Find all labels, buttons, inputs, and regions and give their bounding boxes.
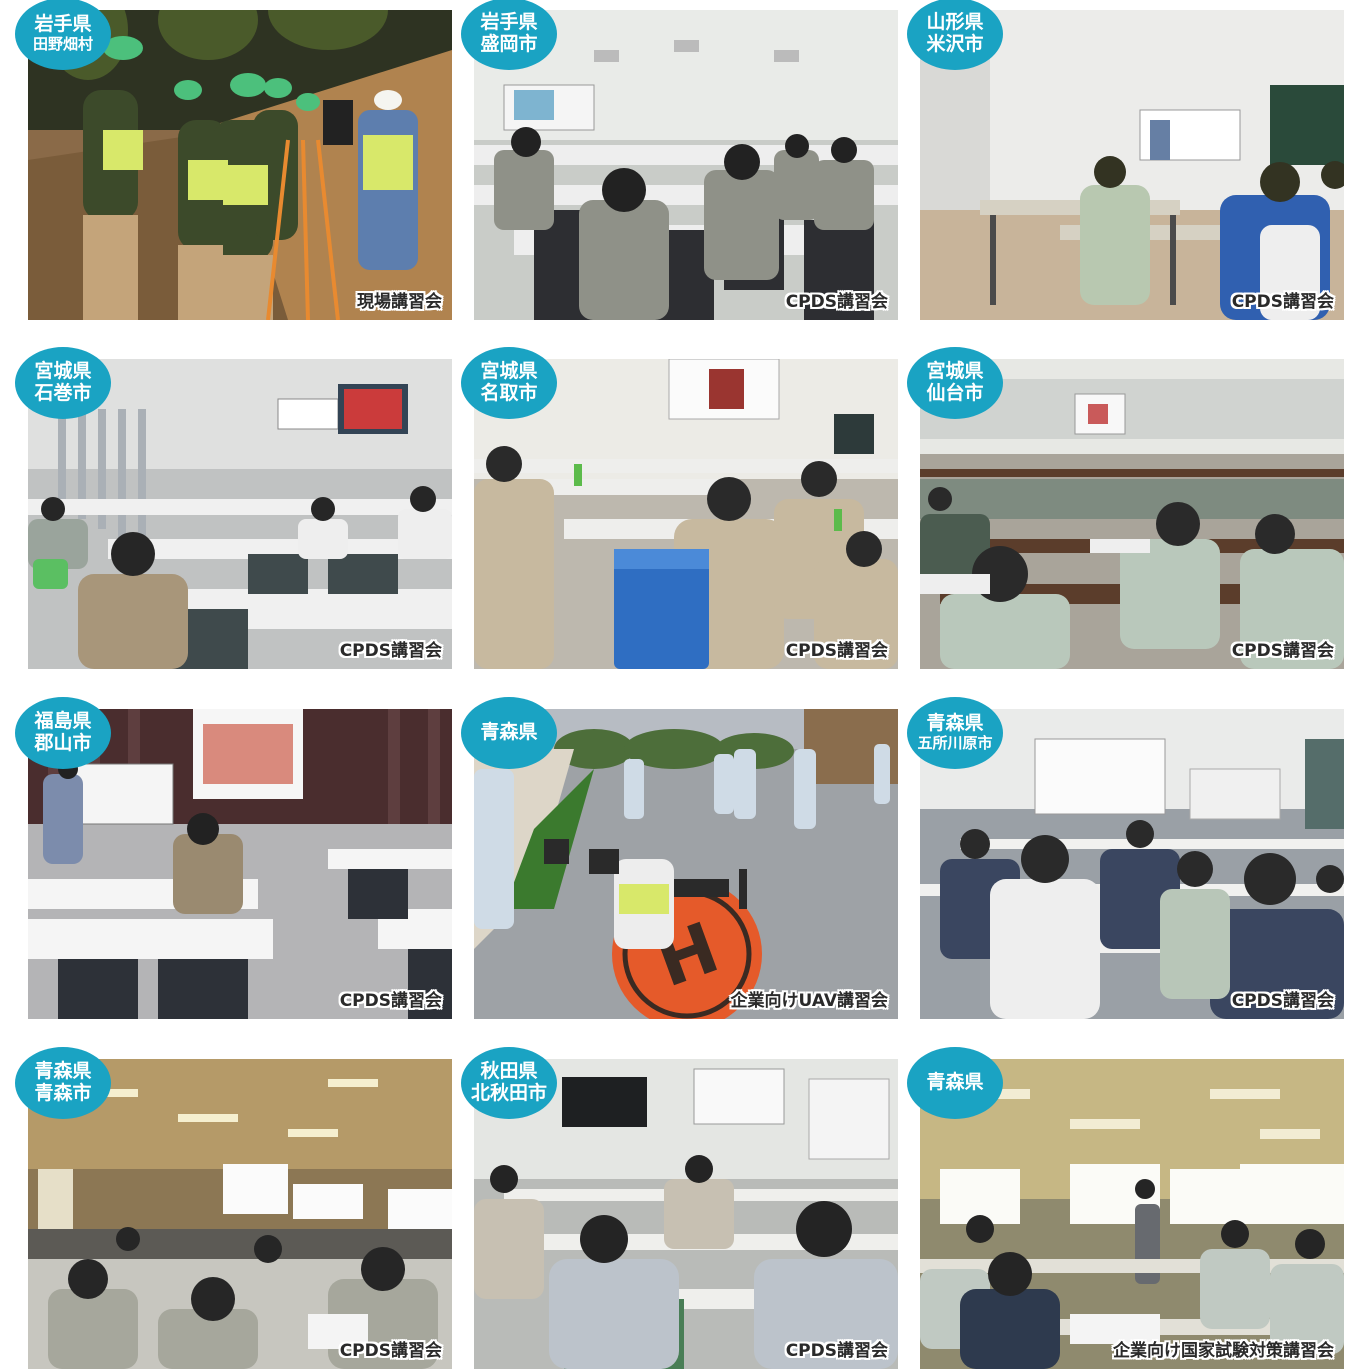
location-badge: 青森県 bbox=[461, 697, 557, 769]
photo-card: 福島県 郡山市 CPDS講習会 bbox=[15, 697, 452, 1019]
location-badge: 青森県 bbox=[907, 1047, 1003, 1119]
city-label: 北秋田市 bbox=[470, 1082, 547, 1104]
prefecture-label: 青森県 bbox=[34, 1060, 92, 1083]
location-badge: 青森県 五所川原市 bbox=[907, 697, 1003, 769]
photo-card: 宮城県 名取市 CPDS講習会 bbox=[461, 347, 898, 669]
photo-card: H 青森県 企業向けUAV講習会 bbox=[461, 697, 898, 1019]
prefecture-label: 福島県 bbox=[34, 710, 92, 733]
photo-caption: CPDS講習会 bbox=[1231, 991, 1334, 1011]
photo-card: 岩手県 盛岡市 CPDS講習会 bbox=[461, 0, 898, 320]
photo-caption: CPDS講習会 bbox=[339, 991, 442, 1011]
photo-caption: CPDS講習会 bbox=[785, 1341, 888, 1361]
photo-caption: CPDS講習会 bbox=[785, 641, 888, 661]
location-badge: 福島県 郡山市 bbox=[15, 697, 111, 769]
photo-caption: CPDS講習会 bbox=[339, 1341, 442, 1361]
photo-card: 秋田県 北秋田市 CPDS講習会 bbox=[461, 1047, 898, 1369]
photo-caption: 現場講習会 bbox=[357, 292, 442, 312]
city-label: 石巻市 bbox=[34, 382, 92, 404]
location-badge: 青森県 青森市 bbox=[15, 1047, 111, 1119]
location-badge: 宮城県 名取市 bbox=[461, 347, 557, 419]
photo-caption: CPDS講習会 bbox=[785, 292, 888, 312]
photo-card: 山形県 米沢市 CPDS講習会 bbox=[907, 0, 1344, 320]
location-badge: 秋田県 北秋田市 bbox=[461, 1047, 557, 1119]
photo-caption: CPDS講習会 bbox=[1231, 292, 1334, 312]
photo-card: 宮城県 仙台市 CPDS講習会 bbox=[907, 347, 1344, 669]
city-label: 青森市 bbox=[34, 1082, 92, 1104]
prefecture-label: 秋田県 bbox=[480, 1060, 538, 1083]
location-badge: 岩手県 盛岡市 bbox=[461, 0, 557, 70]
photo-caption: 企業向け国家試験対策講習会 bbox=[1113, 1341, 1334, 1361]
photo-caption: 企業向けUAV講習会 bbox=[730, 991, 888, 1011]
city-label: 仙台市 bbox=[926, 382, 984, 404]
photo-card: 岩手県 田野畑村 現場講習会 bbox=[15, 0, 452, 320]
photo-grid: 岩手県 田野畑村 現場講習会 岩手県 盛岡市 CPDS講習会 山形県 米沢市 C… bbox=[0, 0, 1347, 1370]
prefecture-label: 岩手県 bbox=[480, 11, 538, 34]
city-label: 米沢市 bbox=[926, 33, 984, 55]
location-badge: 宮城県 仙台市 bbox=[907, 347, 1003, 419]
location-badge: 岩手県 田野畑村 bbox=[15, 0, 111, 70]
prefecture-label: 青森県 bbox=[926, 1071, 984, 1094]
photo-card: 宮城県 石巻市 CPDS講習会 bbox=[15, 347, 452, 669]
prefecture-label: 青森県 bbox=[480, 721, 538, 744]
location-badge: 宮城県 石巻市 bbox=[15, 347, 111, 419]
photo-card: 青森県 青森市 CPDS講習会 bbox=[15, 1047, 452, 1369]
prefecture-label: 青森県 bbox=[926, 712, 984, 735]
city-label: 盛岡市 bbox=[480, 33, 538, 55]
prefecture-label: 宮城県 bbox=[34, 360, 92, 383]
location-badge: 山形県 米沢市 bbox=[907, 0, 1003, 70]
city-label: 五所川原市 bbox=[917, 734, 993, 753]
prefecture-label: 宮城県 bbox=[926, 360, 984, 383]
photo-caption: CPDS講習会 bbox=[1231, 641, 1334, 661]
prefecture-label: 山形県 bbox=[926, 11, 984, 34]
photo-card: 青森県 企業向け国家試験対策講習会 bbox=[907, 1047, 1344, 1369]
prefecture-label: 宮城県 bbox=[480, 360, 538, 383]
city-label: 田野畑村 bbox=[32, 35, 93, 54]
city-label: 郡山市 bbox=[34, 732, 92, 754]
photo-caption: CPDS講習会 bbox=[339, 641, 442, 661]
city-label: 名取市 bbox=[480, 382, 538, 404]
prefecture-label: 岩手県 bbox=[34, 13, 92, 36]
photo-card: 青森県 五所川原市 CPDS講習会 bbox=[907, 697, 1344, 1019]
